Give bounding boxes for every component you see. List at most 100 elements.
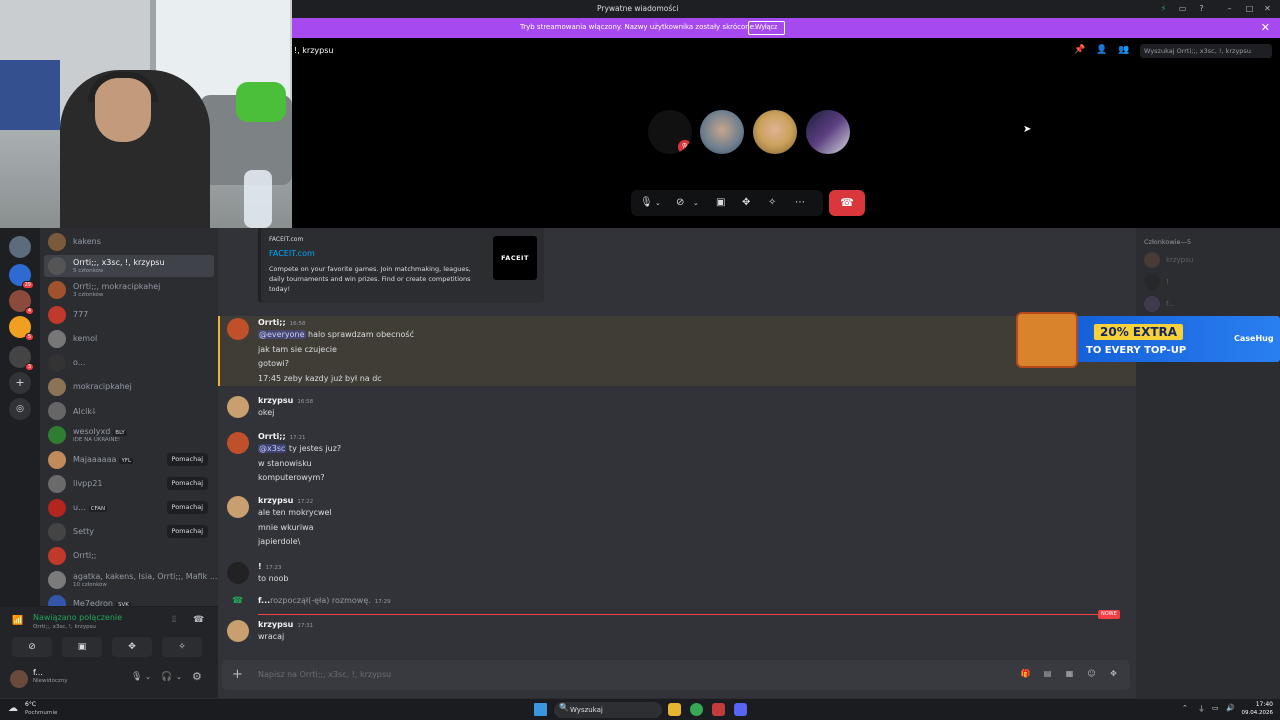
message-input[interactable]: Napisz na Orrti;;, x3sc, !, krzypsu [258, 670, 391, 679]
disable-streamer-mode-button[interactable]: Wyłącz [748, 21, 785, 35]
author-name[interactable]: Orrti;; [258, 318, 286, 327]
mention[interactable]: @x3sc [258, 444, 287, 453]
gift-icon[interactable]: 🎁 [1020, 669, 1031, 680]
noise-suppression-icon[interactable]: ⦙⦙ [172, 615, 176, 625]
help-icon[interactable]: ? [1196, 4, 1207, 14]
minimize-icon[interactable]: – [1224, 4, 1235, 14]
soundboard-icon[interactable]: ✧ [162, 637, 202, 657]
dm-item[interactable]: Orrti;; [44, 545, 214, 567]
chevron-down-icon[interactable]: ⌄ [176, 673, 182, 681]
wave-button[interactable]: Pomachaj [166, 477, 208, 490]
wave-button[interactable]: Pomachaj [166, 501, 208, 514]
apps-icon[interactable]: ✥ [1108, 669, 1119, 680]
dm-item[interactable]: wesolyxd BLY IDE NA UKRAINE! [44, 424, 214, 446]
disconnect-icon[interactable]: ☎ [193, 615, 204, 625]
clock-time[interactable]: 17:40 [1253, 701, 1273, 708]
participant-avatar[interactable] [806, 110, 850, 154]
discover-icon[interactable]: ◎ [9, 398, 31, 420]
add-member-icon[interactable]: 👤 [1096, 45, 1108, 57]
message-author[interactable]: ! 17:23 [258, 562, 282, 571]
members-list-icon[interactable]: 👥 [1118, 45, 1130, 57]
server-icon[interactable]: 29 [9, 264, 34, 289]
inbox-icon[interactable]: ▭ [1177, 4, 1188, 14]
search-input[interactable]: Wyszukaj Orrti;;, x3sc, !, krzypsu [1140, 44, 1272, 58]
attach-plus-icon[interactable]: + [232, 667, 243, 682]
server-icon[interactable]: 5 [9, 316, 34, 341]
dm-item[interactable]: mokracipkahej [44, 376, 214, 398]
dm-item[interactable]: agatka, kakens, Isia, Orrti;;, Mafik ...… [44, 569, 217, 591]
add-server-icon[interactable]: + [9, 372, 31, 394]
faceit-logo[interactable]: FACEIT [493, 236, 537, 280]
clock-date[interactable]: 09.04.2026 [1240, 710, 1274, 716]
activities-icon[interactable]: ✥ [112, 637, 152, 657]
dm-item[interactable]: Orrti;;, mokracipkahej 3 członków [44, 279, 214, 301]
dm-item[interactable]: kemol [44, 328, 214, 350]
dm-item[interactable]: 777 [44, 304, 214, 326]
dm-item[interactable]: Alcik⸸ [44, 400, 214, 422]
camera-options-chevron-icon[interactable]: ⌄ [693, 199, 699, 207]
avatar[interactable] [227, 562, 249, 584]
dm-item[interactable]: u... CFAN Pomachaj [44, 497, 214, 519]
avatar[interactable] [10, 670, 28, 688]
camera-off-icon[interactable]: ⊘ [676, 197, 684, 208]
volume-icon[interactable]: 🔊 [1226, 704, 1235, 712]
settings-gear-icon[interactable]: ⚙ [192, 670, 202, 683]
activities-icon[interactable]: ✥ [742, 197, 750, 208]
avatar[interactable] [227, 620, 249, 642]
maximize-icon[interactable]: □ [1244, 4, 1255, 14]
dm-item[interactable]: Setty Pomachaj [44, 521, 214, 543]
screen-share-icon[interactable]: ▣ [716, 197, 725, 208]
mic-options-chevron-icon[interactable]: ⌄ [655, 199, 661, 207]
avatar[interactable] [227, 396, 249, 418]
voice-status[interactable]: Nawiązano połączenie [33, 613, 122, 622]
author-name[interactable]: krzypsu [258, 396, 293, 405]
wave-button[interactable]: Pomachaj [166, 453, 208, 466]
message-author[interactable]: krzypsu 17:22 [258, 496, 313, 505]
close-window-icon[interactable]: ✕ [1262, 4, 1273, 14]
emoji-icon[interactable]: ☺ [1086, 669, 1097, 680]
mention[interactable]: @everyone [258, 330, 306, 339]
taskbar-search[interactable]: Wyszukaj [554, 702, 662, 718]
chrome-icon[interactable] [690, 703, 703, 716]
usb-icon[interactable]: ⏚ [1198, 704, 1205, 714]
sticker-icon[interactable]: ▦ [1064, 669, 1075, 680]
dm-item[interactable]: livpp21 Pomachaj [44, 473, 214, 495]
dm-item[interactable]: o... [44, 352, 214, 374]
camera-off-icon[interactable]: ⊘ [12, 637, 52, 657]
gif-icon[interactable]: ▤ [1042, 669, 1053, 680]
author-name[interactable]: krzypsu [258, 496, 293, 505]
pin-icon[interactable]: 📌 [1074, 45, 1086, 57]
soundboard-icon[interactable]: ✧ [768, 197, 776, 208]
close-banner-icon[interactable]: ✕ [1261, 21, 1270, 34]
dm-item[interactable]: Orrti;;, x3sc, !, krzypsu 5 członków [44, 255, 214, 277]
author-name[interactable]: krzypsu [258, 620, 293, 629]
start-windows-icon[interactable] [534, 703, 547, 716]
member-item[interactable]: ! [1144, 274, 1274, 292]
weather-cloud-icon[interactable]: ☁ [8, 703, 18, 714]
microphone-icon[interactable]: 🎙 [131, 672, 142, 682]
message-author[interactable]: f... [258, 596, 270, 605]
server-icon[interactable]: 3 [9, 346, 34, 371]
dm-item[interactable]: Majaaaaaa YFL Pomachaj [44, 449, 214, 471]
member-item[interactable]: krzypsu [1144, 252, 1274, 270]
file-explorer-icon[interactable] [668, 703, 681, 716]
nitro-icon[interactable]: ⚡ [1158, 4, 1169, 14]
server-icon[interactable] [9, 236, 31, 258]
more-options-icon[interactable]: ⋯ [795, 197, 805, 208]
participant-avatar[interactable] [700, 110, 744, 154]
message-author[interactable]: krzypsu 16:58 [258, 396, 313, 405]
author-name[interactable]: ! [258, 562, 262, 571]
system-tray-chevron-icon[interactable]: ⌃ [1182, 704, 1188, 712]
dm-item[interactable]: kakens [44, 231, 214, 253]
wave-button[interactable]: Pomachaj [166, 525, 208, 538]
microphone-icon[interactable]: 🎙 [640, 197, 653, 208]
headphones-icon[interactable]: 🎧 [161, 672, 172, 682]
disconnect-button[interactable]: ☎ [829, 190, 865, 216]
avatar[interactable] [227, 432, 249, 454]
server-icon[interactable]: 4 [9, 290, 34, 315]
participant-avatar[interactable] [753, 110, 797, 154]
message-author[interactable]: krzypsu 17:31 [258, 620, 313, 629]
message-author[interactable]: Orrti;; 17:21 [258, 432, 306, 441]
discord-taskbar-icon[interactable] [734, 703, 747, 716]
app-icon[interactable] [712, 703, 725, 716]
